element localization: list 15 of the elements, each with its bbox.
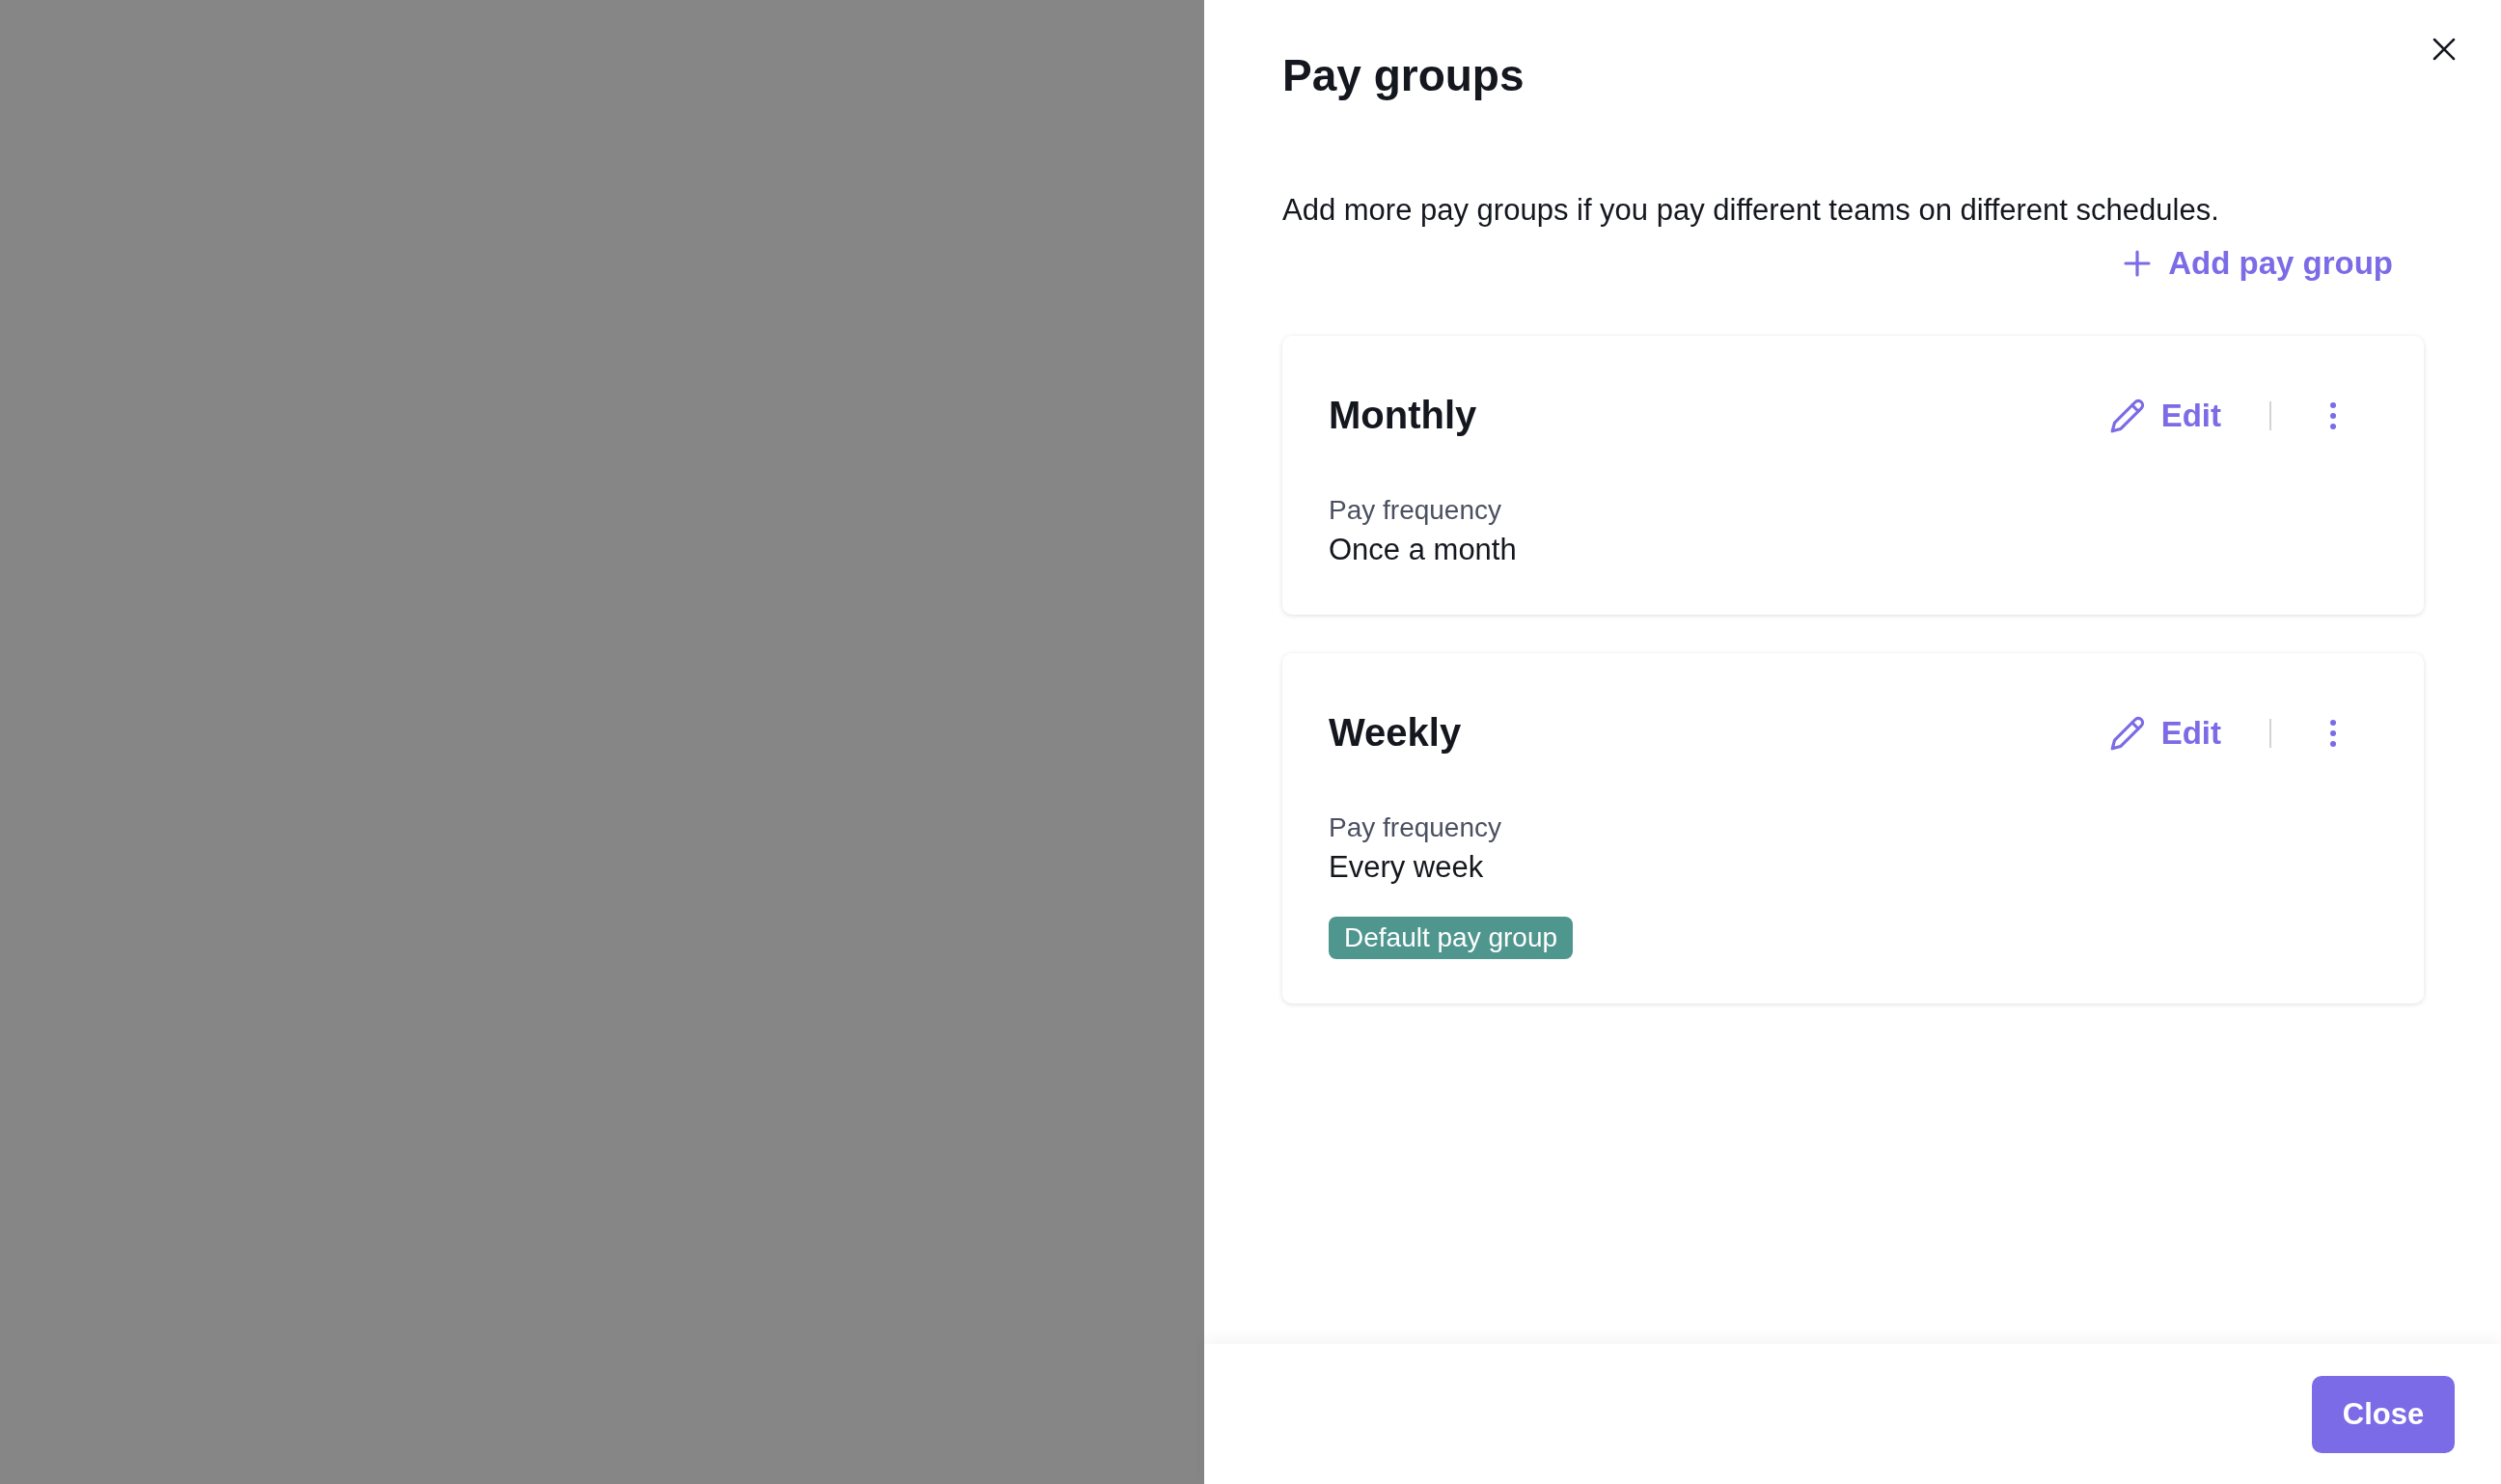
pencil-icon xyxy=(2108,714,2146,752)
field-value: Once a month xyxy=(1329,532,1518,568)
panel-title: Pay groups xyxy=(1282,49,1525,102)
field-value: Every week xyxy=(1329,849,1485,886)
edit-button[interactable]: Edit xyxy=(2108,714,2221,752)
panel-description: Add more pay groups if you pay different teams on different schedules. xyxy=(1282,192,2220,229)
edit-button[interactable]: Edit xyxy=(2108,397,2221,434)
pencil-icon xyxy=(2108,397,2146,434)
add-pay-group-button[interactable]: Add pay group xyxy=(2122,245,2393,282)
field-label: Pay frequency xyxy=(1329,494,1502,527)
default-tag: Default pay group xyxy=(1329,917,1574,959)
field-label: Pay frequency xyxy=(1329,811,1502,844)
pay-group-name: Monthly xyxy=(1329,394,1478,437)
pay-group-name: Weekly xyxy=(1329,711,1463,755)
close-button[interactable]: Close xyxy=(2312,1375,2455,1453)
